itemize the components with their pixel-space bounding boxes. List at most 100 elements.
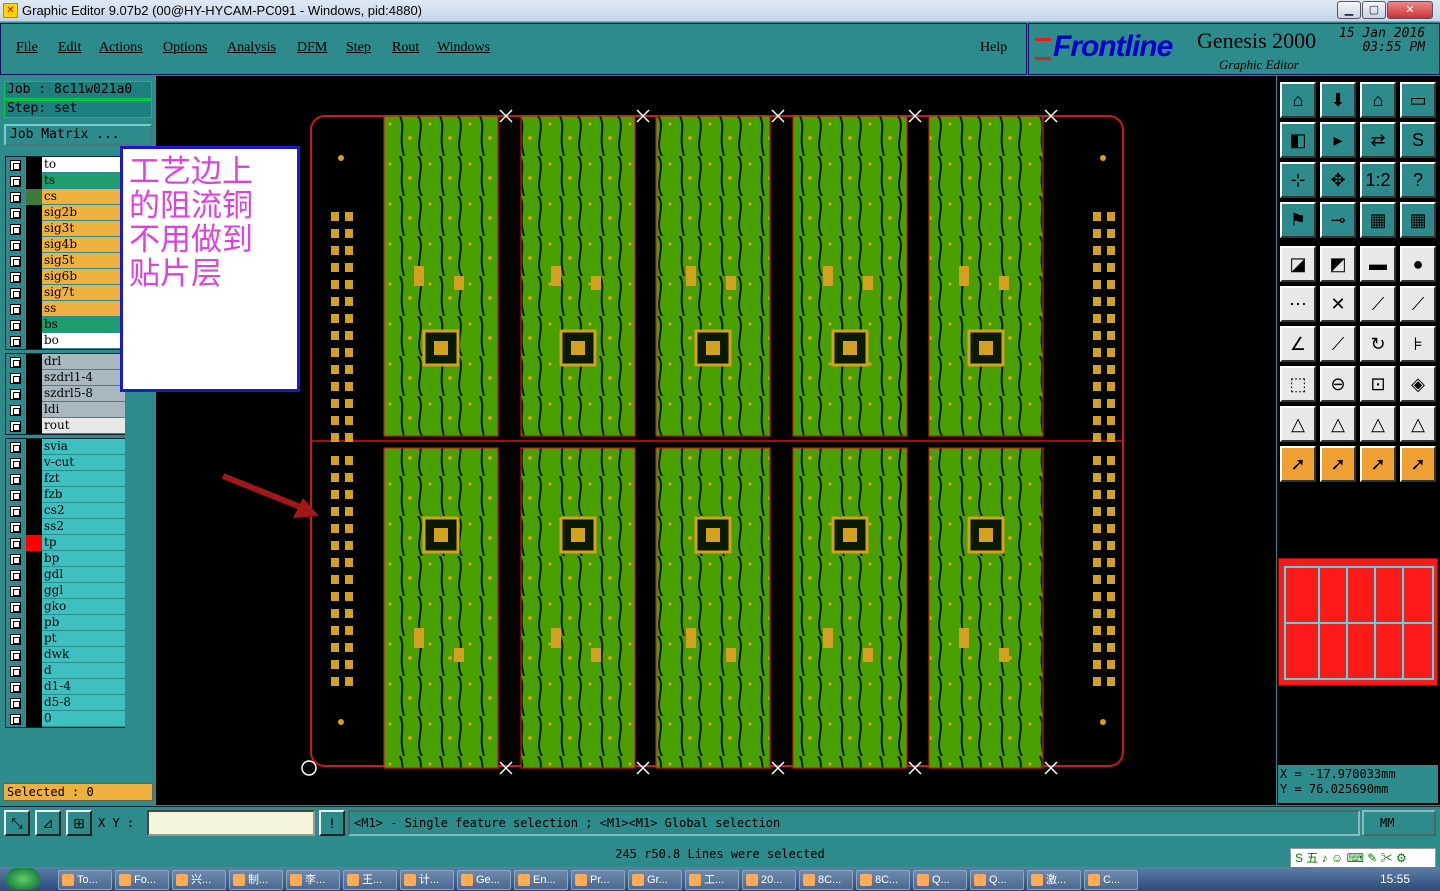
layer-color-swatch[interactable] <box>26 535 42 551</box>
layer-row[interactable]: pb <box>6 615 125 631</box>
layer-color-swatch[interactable] <box>26 471 42 487</box>
flag-icon[interactable]: ⚑ <box>1280 202 1316 238</box>
menu-windows[interactable]: Windows <box>437 40 490 56</box>
cursor4-icon[interactable]: ➚ <box>1400 446 1436 482</box>
layer-visibility-checkbox[interactable] <box>10 602 21 613</box>
layer-row[interactable]: sig6b <box>6 269 125 285</box>
layer-visibility-checkbox[interactable] <box>10 256 21 267</box>
help-icon[interactable]: ? <box>1400 162 1436 198</box>
layer-row[interactable]: ggl <box>6 583 125 599</box>
layer-color-swatch[interactable] <box>26 647 42 663</box>
layer-name[interactable]: tp <box>42 535 125 551</box>
layer-visibility-checkbox[interactable] <box>10 474 21 485</box>
ff-icon[interactable]: ⊧ <box>1400 326 1436 362</box>
layer-row[interactable]: v-cut <box>6 455 125 471</box>
layer-name[interactable]: fzb <box>42 487 125 503</box>
alert-button[interactable]: ! <box>319 810 345 836</box>
zoom-box-icon[interactable]: ⤡ <box>4 810 30 836</box>
layer-color-swatch[interactable] <box>26 386 42 402</box>
grid2-icon[interactable]: ▦ <box>1400 202 1436 238</box>
layer-name[interactable]: sig4b <box>42 237 125 253</box>
layer-name[interactable]: dwk <box>42 647 125 663</box>
taskbar-item[interactable]: Gr... <box>628 870 682 890</box>
layer-name[interactable]: cs2 <box>42 503 125 519</box>
menu-help[interactable]: Help <box>980 40 1007 56</box>
menu-options[interactable]: Options <box>163 40 207 56</box>
layer-color-swatch[interactable] <box>26 439 42 455</box>
layer-visibility-checkbox[interactable] <box>10 421 21 432</box>
taskbar-item[interactable]: 王... <box>343 870 397 890</box>
layer-visibility-checkbox[interactable] <box>10 522 21 533</box>
layer-color-swatch[interactable] <box>26 631 42 647</box>
taskbar-item[interactable]: Fo... <box>115 870 169 890</box>
snap-grid-icon[interactable]: ⊞ <box>66 810 92 836</box>
layer-visibility-checkbox[interactable] <box>10 405 21 416</box>
layer-name[interactable]: bp <box>42 551 125 567</box>
layer-visibility-checkbox[interactable] <box>10 288 21 299</box>
layer-row[interactable]: rout <box>6 418 125 434</box>
layer-row[interactable]: gdl <box>6 567 125 583</box>
layer-color-swatch[interactable] <box>26 157 42 173</box>
layer-name[interactable]: ts <box>42 173 125 189</box>
grid-icon[interactable]: ▦ <box>1360 202 1396 238</box>
layer-color-swatch[interactable] <box>26 354 42 370</box>
layer-row[interactable]: bo <box>6 333 125 349</box>
angle-icon[interactable]: ∠ <box>1280 326 1316 362</box>
layer-row[interactable]: 0 <box>6 711 125 727</box>
layer-visibility-checkbox[interactable] <box>10 160 21 171</box>
taskbar-item[interactable]: 计... <box>400 870 454 890</box>
layer-row[interactable]: d <box>6 663 125 679</box>
tri1-icon[interactable]: △ <box>1280 406 1316 442</box>
layer-name[interactable]: pt <box>42 631 125 647</box>
left-icon[interactable]: ◧ <box>1280 122 1316 158</box>
layer-row[interactable]: bp <box>6 551 125 567</box>
taskbar-item[interactable]: 8C... <box>799 870 853 890</box>
fit-icon[interactable]: ⊹ <box>1280 162 1316 198</box>
layer-color-swatch[interactable] <box>26 695 42 711</box>
layer-visibility-checkbox[interactable] <box>10 192 21 203</box>
layer-name[interactable]: ss <box>42 301 125 317</box>
layer-name[interactable]: sig7t <box>42 285 125 301</box>
taskbar-item[interactable]: Pr... <box>571 870 625 890</box>
layer-row[interactable]: bs <box>6 317 125 333</box>
menu-dfm[interactable]: DFM <box>297 40 327 56</box>
key-icon[interactable]: ⊸ <box>1320 202 1356 238</box>
unit-selector[interactable]: MM <box>1362 810 1436 836</box>
layer-visibility-checkbox[interactable] <box>10 586 21 597</box>
job-matrix-button[interactable]: Job Matrix ... <box>4 124 152 146</box>
layer-visibility-checkbox[interactable] <box>10 506 21 517</box>
taskbar-item[interactable]: C... <box>1084 870 1138 890</box>
tri4-icon[interactable]: △ <box>1400 406 1436 442</box>
taskbar-item[interactable]: En... <box>514 870 568 890</box>
link-icon[interactable]: ⋯ <box>1280 286 1316 322</box>
layer-row[interactable]: d1-4 <box>6 679 125 695</box>
layer-color-swatch[interactable] <box>26 285 42 301</box>
taskbar-item[interactable]: 李... <box>286 870 340 890</box>
layer-color-swatch[interactable] <box>26 455 42 471</box>
swap-icon[interactable]: ⇄ <box>1360 122 1396 158</box>
layer-row[interactable]: sig5t <box>6 253 125 269</box>
s-icon[interactable]: S <box>1400 122 1436 158</box>
line-icon[interactable]: ⟋ <box>1360 286 1396 322</box>
layer-row[interactable]: sig2b <box>6 205 125 221</box>
layer-color-swatch[interactable] <box>26 237 42 253</box>
layer-name[interactable]: gdl <box>42 567 125 583</box>
layer-visibility-checkbox[interactable] <box>10 650 21 661</box>
layer-row[interactable]: svia <box>6 439 125 455</box>
taskbar-item[interactable]: 激... <box>1027 870 1081 890</box>
save-icon[interactable]: ⬇ <box>1320 82 1356 118</box>
layer-name[interactable]: szdrl5-8 <box>42 386 125 402</box>
layer-row[interactable]: pt <box>6 631 125 647</box>
layer-visibility-checkbox[interactable] <box>10 357 21 368</box>
layer-name[interactable]: gko <box>42 599 125 615</box>
layer-row[interactable]: to <box>6 157 125 173</box>
layer-name[interactable]: bo <box>42 333 125 349</box>
ruler-icon[interactable]: ▬ <box>1360 246 1396 282</box>
layer-color-swatch[interactable] <box>26 173 42 189</box>
layer-visibility-checkbox[interactable] <box>10 176 21 187</box>
layer-name[interactable]: sig6b <box>42 269 125 285</box>
box-icon[interactable]: ⊡ <box>1360 366 1396 402</box>
menu-rout[interactable]: Rout <box>392 40 419 56</box>
cursor2-icon[interactable]: ➚ <box>1320 446 1356 482</box>
layer-name[interactable]: d1-4 <box>42 679 125 695</box>
